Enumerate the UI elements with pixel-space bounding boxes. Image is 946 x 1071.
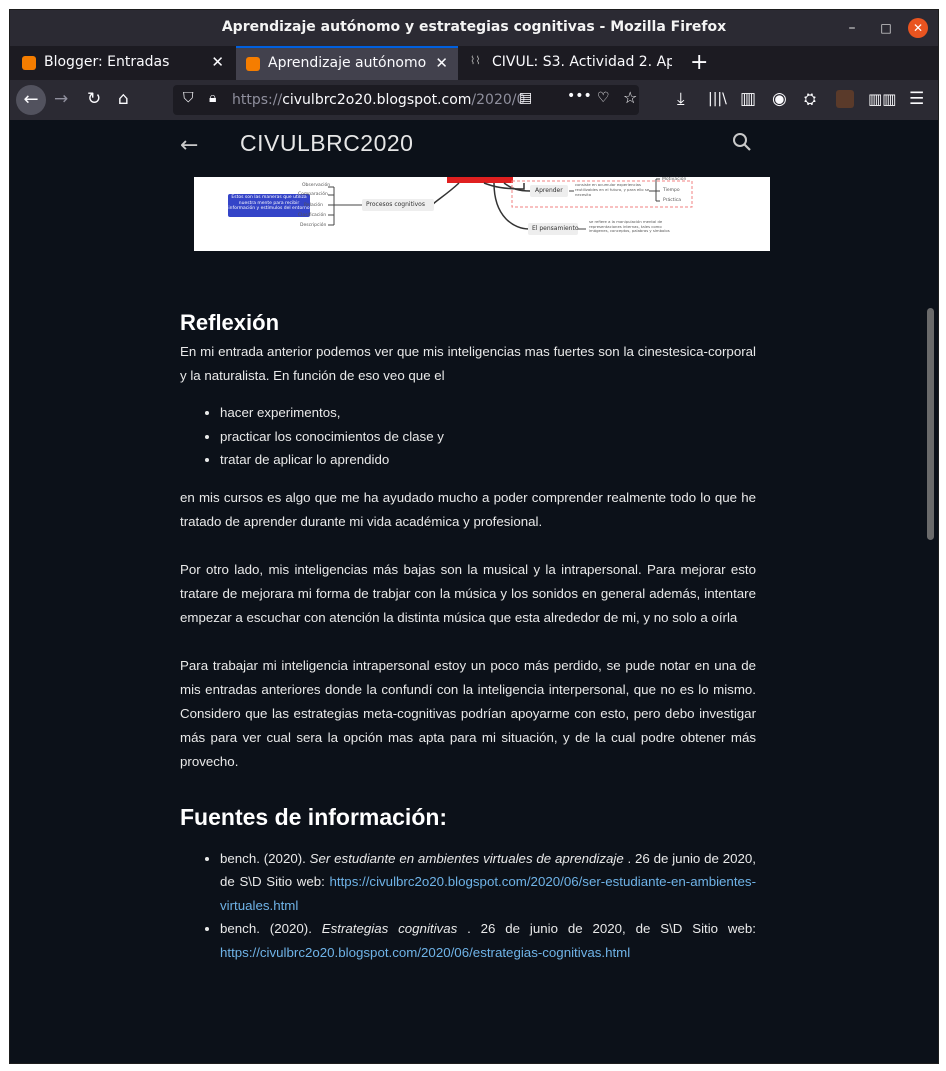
navigation-toolbar: ← → ↻ ⌂ ⛉ 🔒︎ https://civulbrc2o20.blogsp… bbox=[10, 80, 938, 120]
diagram-item: Relación bbox=[304, 203, 324, 208]
reader-view-icon[interactable]: ▤ bbox=[519, 90, 532, 106]
tab-aprendizaje[interactable]: Aprendizaje autónomo y ✕ bbox=[236, 46, 458, 82]
extension-grid-icon[interactable]: ▥▥ bbox=[868, 89, 896, 109]
close-window-button[interactable]: ✕ bbox=[908, 18, 928, 38]
diagram-learn-desc: consiste en acumular experiencias reutil… bbox=[575, 182, 650, 197]
tab-label: CIVUL: S3. Actividad 2. Ap bbox=[492, 54, 672, 70]
scrollbar-track[interactable] bbox=[923, 120, 938, 1063]
url-host: civulbrc2o20.blogspot.com bbox=[282, 92, 472, 108]
extension-icon[interactable]: ⛭ bbox=[804, 89, 816, 109]
home-button[interactable]: ⌂ bbox=[118, 89, 129, 109]
tab-bar: Blogger: Entradas ✕ Aprendizaje autónomo… bbox=[10, 46, 938, 82]
diagram-learn-item: Motivación bbox=[662, 177, 687, 182]
scrollbar-thumb[interactable] bbox=[927, 308, 934, 540]
back-arrow-icon[interactable]: ← bbox=[180, 133, 198, 158]
diagram-thought-desc: se refiere a la manipulación mental de r… bbox=[589, 219, 670, 234]
new-tab-button[interactable]: + bbox=[690, 50, 708, 75]
heading-fuentes: Fuentes de información: bbox=[180, 803, 448, 830]
post-body: Reflexión En mi entrada anterior podemos… bbox=[180, 310, 756, 964]
blogger-icon bbox=[246, 57, 260, 71]
diagram-item: Clasificación bbox=[298, 213, 327, 218]
close-tab-icon[interactable]: ✕ bbox=[211, 53, 224, 71]
ref-date: . 26 de junio de 2020, de S\D Sitio web: bbox=[457, 921, 757, 936]
bookmark-star-icon[interactable]: ☆ bbox=[623, 88, 637, 107]
page-content: ← CIVULBRC2020 Estos son las maneras que… bbox=[10, 120, 923, 1063]
diagram-learn-item: Práctica bbox=[663, 198, 681, 203]
heading-reflexion: Reflexión bbox=[180, 310, 280, 335]
browser-window: Aprendizaje autónomo y estrategias cogni… bbox=[9, 9, 939, 1064]
blog-header: ← CIVULBRC2020 bbox=[10, 120, 923, 177]
diagram-center: Procesos cognitivos bbox=[366, 201, 425, 208]
diagram-item: Comparación bbox=[298, 192, 328, 197]
blog-title[interactable]: CIVULBRC2020 bbox=[240, 130, 413, 157]
reload-button[interactable]: ↻ bbox=[87, 89, 101, 109]
tab-blogger-entradas[interactable]: Blogger: Entradas ✕ bbox=[12, 48, 234, 78]
ref-title: Ser estudiante en ambientes virtuales de… bbox=[309, 850, 624, 866]
page-actions-icon[interactable]: ••• bbox=[567, 88, 592, 104]
paragraph: Por otro lado, mis inteligencias más baj… bbox=[180, 561, 756, 625]
diagram-item: Descripción bbox=[300, 223, 327, 228]
title-bar: Aprendizaje autónomo y estrategias cogni… bbox=[10, 10, 938, 46]
url-bar[interactable]: ⛉ 🔒︎ https://civulbrc2o20.blogspot.com/2… bbox=[173, 85, 639, 115]
ref-author: bench. (2020). bbox=[220, 921, 322, 936]
close-tab-icon[interactable]: ✕ bbox=[435, 54, 448, 72]
extension-avatar-icon[interactable] bbox=[836, 90, 854, 108]
back-button[interactable]: ← bbox=[16, 85, 46, 115]
list-item: hacer experimentos, bbox=[220, 401, 756, 425]
shield-icon[interactable]: ⛉ bbox=[183, 90, 194, 106]
list-item: practicar los conocimientos de clase y bbox=[220, 425, 756, 449]
minimize-button[interactable]: – bbox=[842, 18, 862, 38]
tab-label: Aprendizaje autónomo y bbox=[268, 55, 430, 71]
ref-author: bench. (2020). bbox=[220, 850, 310, 866]
search-icon[interactable] bbox=[732, 130, 752, 154]
window-title: Aprendizaje autónomo y estrategias cogni… bbox=[221, 19, 727, 35]
reference-item: bench. (2020). Ser estudiante en ambient… bbox=[220, 847, 756, 918]
forward-button[interactable]: → bbox=[54, 89, 68, 109]
menu-icon[interactable]: ☰ bbox=[909, 89, 924, 109]
url-path: /2020/0 bbox=[471, 92, 526, 108]
sidebar-icon[interactable]: ▥ bbox=[740, 89, 756, 109]
reference-item: bench. (2020). Estrategias cognitivas . … bbox=[220, 917, 756, 964]
lock-icon[interactable]: 🔒︎ bbox=[209, 90, 216, 106]
diagram-thought: El pensamiento bbox=[532, 225, 579, 232]
paragraph: Para trabajar mi inteligencia intraperso… bbox=[180, 657, 756, 769]
list-item: tratar de aplicar lo aprendido bbox=[220, 448, 756, 472]
strengths-list: hacer experimentos, practicar los conoci… bbox=[180, 401, 756, 472]
mind-map-image: Estos son las maneras que utiliza nuestr… bbox=[194, 177, 770, 251]
paragraph: En mi entrada anterior podemos ver que m… bbox=[180, 344, 756, 383]
account-icon[interactable]: ◉ bbox=[772, 89, 787, 109]
diagram-learn: Aprender bbox=[535, 187, 563, 194]
diagram-item: Observación bbox=[302, 183, 331, 188]
maximize-button[interactable]: □ bbox=[876, 18, 896, 38]
pocket-icon[interactable]: ♡ bbox=[597, 90, 610, 106]
tab-label: Blogger: Entradas bbox=[44, 54, 170, 70]
blogger-icon bbox=[22, 56, 36, 70]
ref-link[interactable]: https://civulbrc2o20.blogspot.com/2020/0… bbox=[220, 945, 630, 960]
diagram-learn-item: Tiempo bbox=[663, 188, 680, 193]
references-list: bench. (2020). Ser estudiante en ambient… bbox=[180, 847, 756, 965]
downloads-icon[interactable]: ⤓ bbox=[677, 89, 685, 109]
moodle-icon: ⌇⌇ bbox=[470, 54, 481, 67]
tab-civul[interactable]: ⌇⌇ CIVUL: S3. Actividad 2. Ap bbox=[460, 48, 686, 78]
paragraph: en mis cursos es algo que me ha ayudado … bbox=[180, 489, 756, 529]
url-scheme: https:// bbox=[232, 92, 283, 108]
library-icon[interactable]: |||\ bbox=[708, 89, 727, 109]
ref-title: Estrategias cognitivas bbox=[321, 921, 458, 936]
